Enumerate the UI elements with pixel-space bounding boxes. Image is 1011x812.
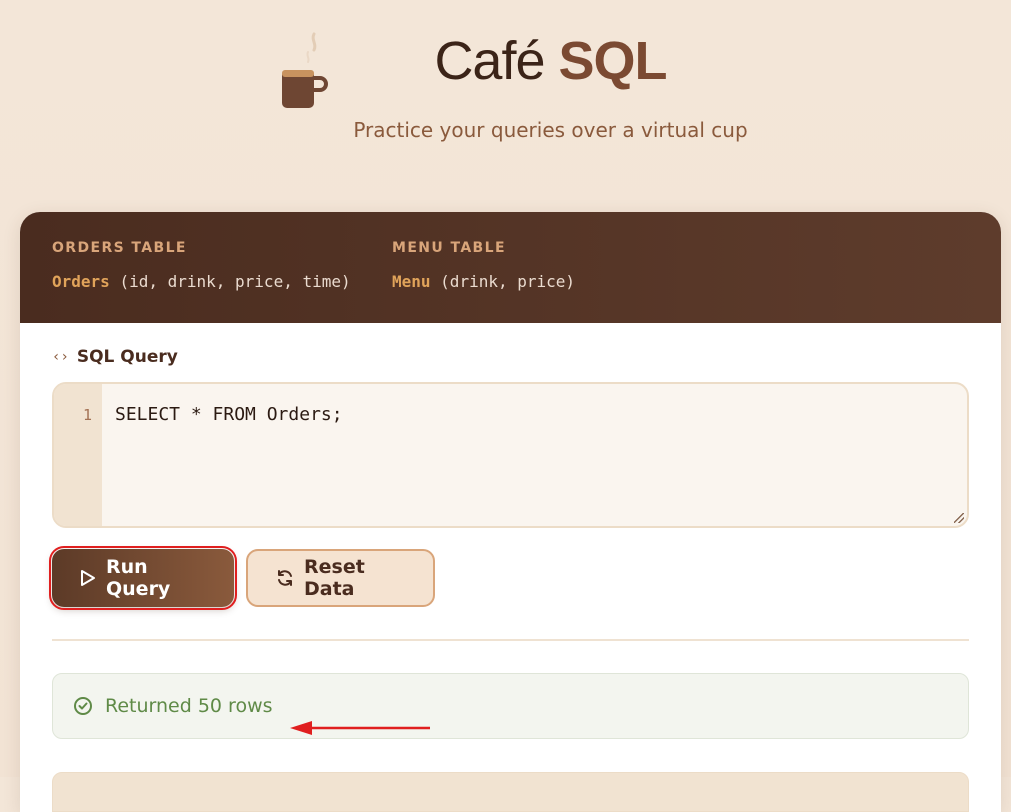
menu-heading: MENU TABLE [392,240,506,256]
orders-table-name: Orders [52,272,110,291]
query-section: ‹› SQL Query 1 SELECT * FROM Orders; Run… [49,347,969,739]
results-table-header [52,772,969,812]
play-icon [81,570,95,586]
result-message: Returned 50 rows [105,695,273,717]
menu-schema: MENU TABLE Menu (drink, price) [392,240,575,291]
sql-query-label: ‹› SQL Query [52,347,969,367]
line-number: 1 [54,384,102,526]
orders-heading: ORDERS TABLE [52,240,187,256]
page-title: Café SQL [0,28,1011,94]
code-icon: ‹› [52,349,69,365]
refresh-icon [278,570,292,586]
sql-query-label-text: SQL Query [76,347,178,367]
result-status: Returned 50 rows [52,673,969,739]
run-query-label: Run Query [106,556,171,600]
reset-data-button[interactable]: Reset Data [246,549,435,607]
schema-bar: ORDERS TABLE Orders (id, drink, price, t… [20,212,1001,323]
run-query-button[interactable]: Run Query [49,546,237,610]
action-buttons: Run Query Reset Data [49,546,969,610]
sql-code-input[interactable]: SELECT * FROM Orders; [102,384,967,526]
divider [52,639,969,641]
resize-handle[interactable] [954,513,964,523]
header: Café SQL Practice your queries over a vi… [0,0,1011,212]
menu-columns: (drink, price) [440,272,576,291]
orders-columns: (id, drink, price, time) [119,272,351,291]
menu-definition: Menu (drink, price) [392,272,575,291]
menu-table-name: Menu [392,272,431,291]
reset-data-label: Reset Data [304,556,365,600]
arrow-left-icon [290,721,430,735]
orders-schema: ORDERS TABLE Orders (id, drink, price, t… [52,240,351,291]
title-cafe: Café [434,31,545,91]
check-circle-icon [74,697,92,715]
orders-definition: Orders (id, drink, price, time) [52,272,351,291]
page-subtitle: Practice your queries over a virtual cup [353,118,748,142]
main-panel: ORDERS TABLE Orders (id, drink, price, t… [20,212,1001,812]
title-sql: SQL [558,31,668,91]
sql-editor[interactable]: 1 SELECT * FROM Orders; [52,382,969,528]
